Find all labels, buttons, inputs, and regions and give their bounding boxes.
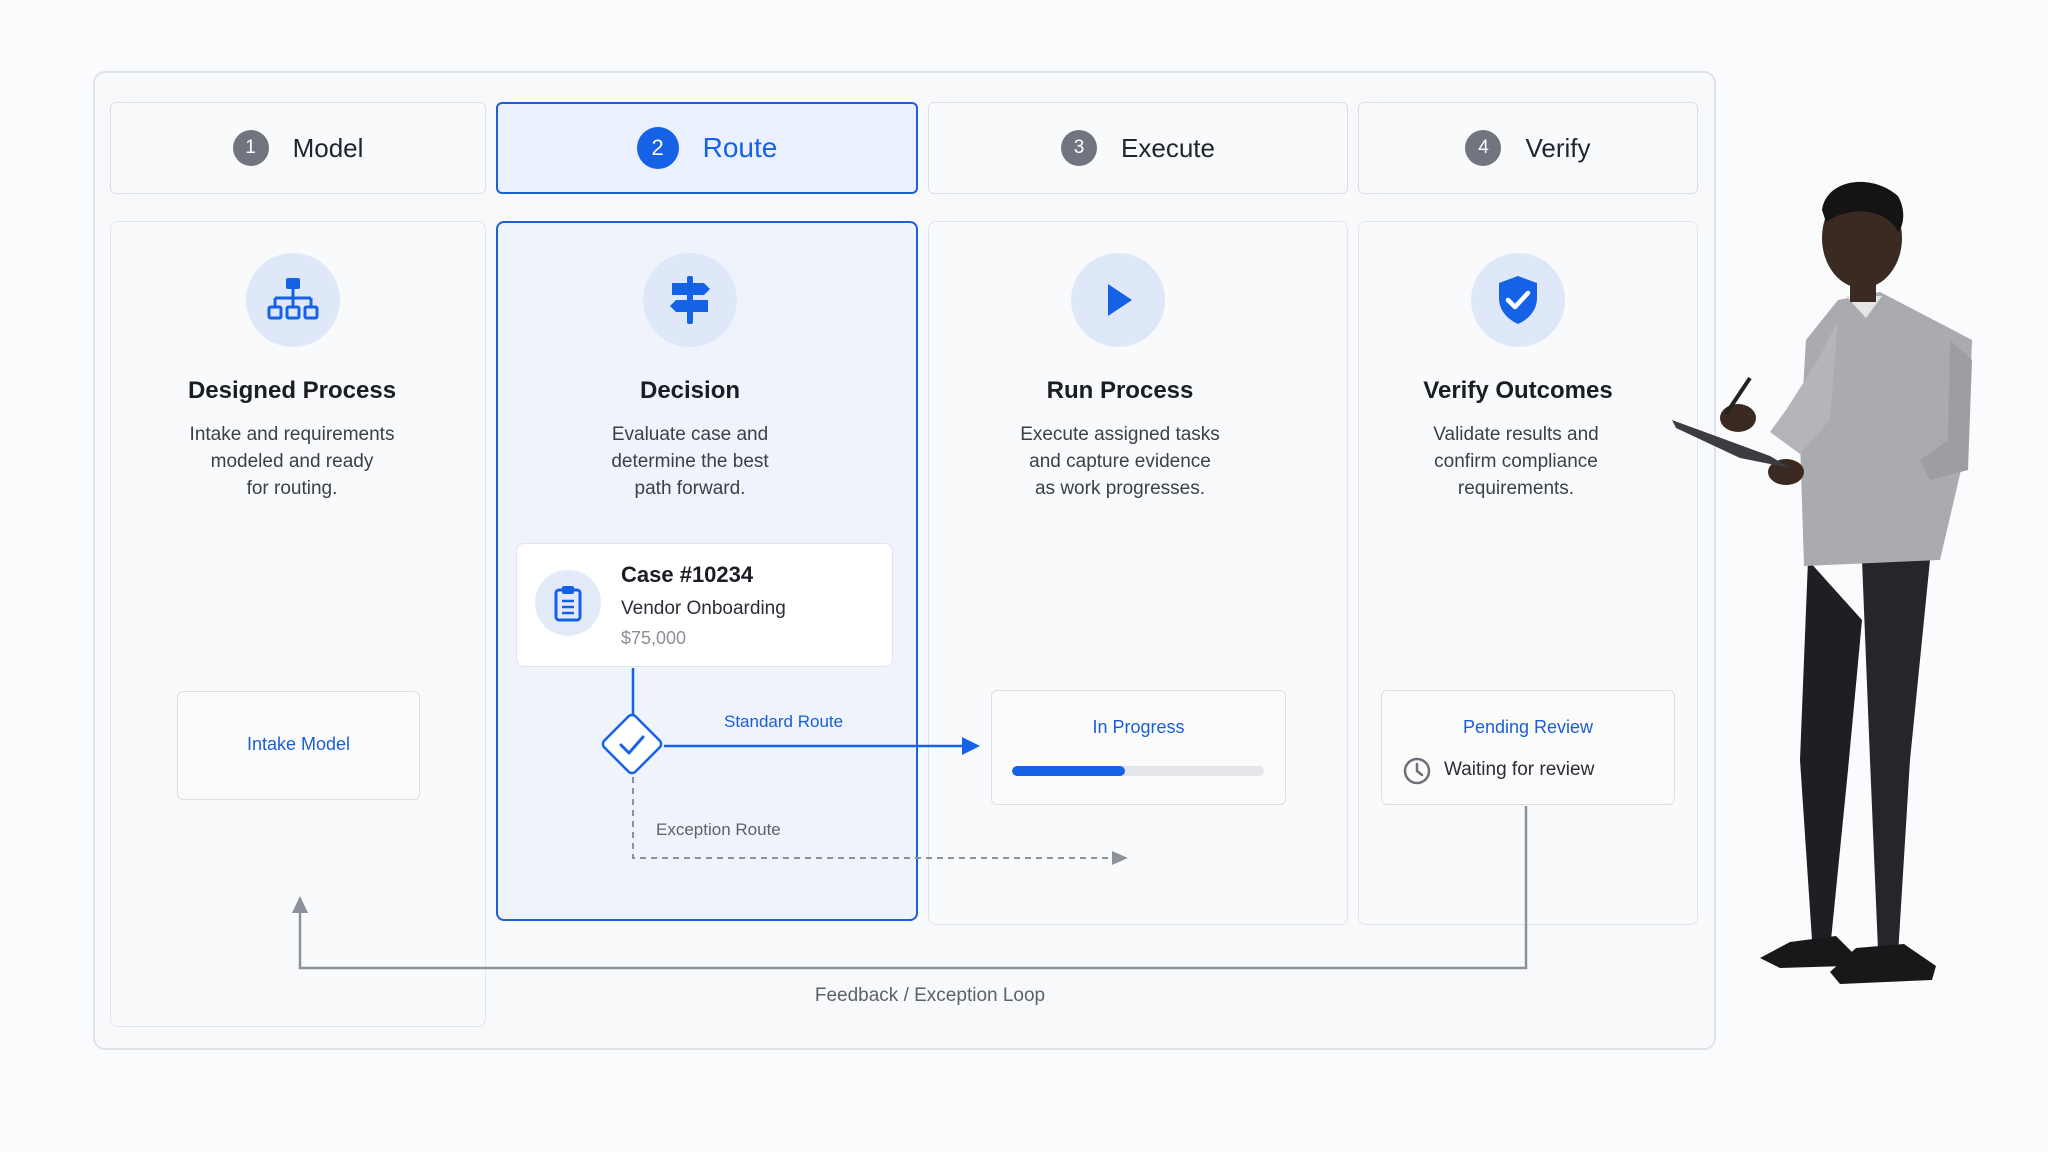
process-diagram: 1 Model 2 Route 3 Execute 4 Verify Desig…: [0, 0, 2048, 1152]
person-illustration: [1672, 181, 1972, 984]
